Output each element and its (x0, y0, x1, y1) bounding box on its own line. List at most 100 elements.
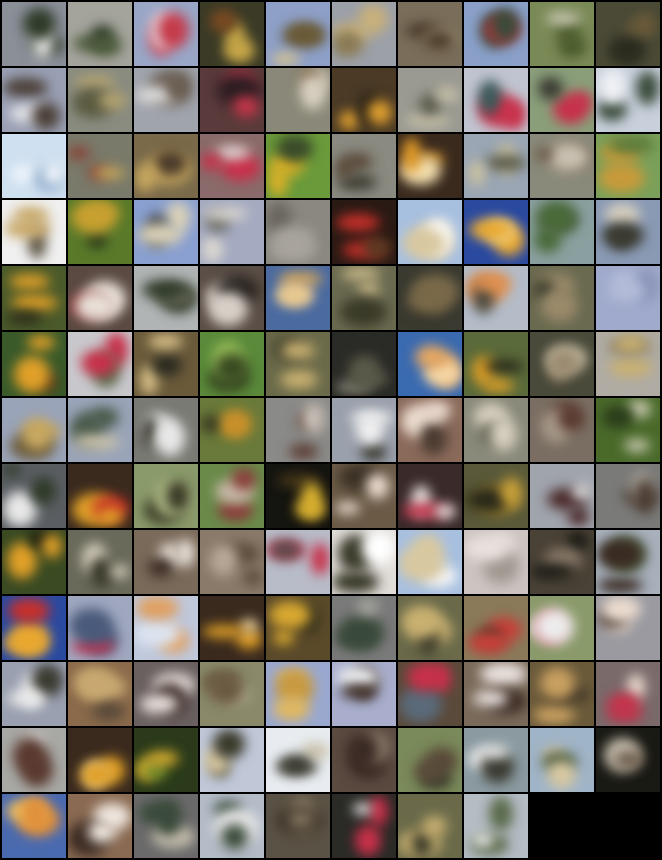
tile-blob (335, 158, 355, 179)
tile-blob (73, 434, 120, 450)
sample-tile (134, 728, 198, 792)
tile-blob (68, 147, 90, 159)
sample-tile (530, 530, 594, 594)
tile-blob (414, 759, 444, 783)
tile-blob (369, 795, 388, 827)
tile-blob (7, 311, 44, 324)
tile-blob (92, 701, 125, 721)
tile-blob (221, 824, 248, 850)
sample-tile (266, 68, 330, 132)
tile-blob (215, 353, 249, 383)
tile-blob (166, 480, 190, 512)
sample-grid (0, 0, 662, 860)
tile-blob (615, 335, 646, 352)
tile-blob (435, 87, 459, 102)
sample-tile (68, 68, 132, 132)
sample-tile (68, 464, 132, 528)
tile-blob (300, 482, 323, 519)
tile-blob (569, 92, 592, 111)
tile-blob (232, 468, 256, 490)
sample-tile (332, 728, 396, 792)
tile-blob (75, 291, 116, 321)
sample-tile (134, 794, 198, 858)
tile-blob (208, 292, 248, 326)
tile-blob (200, 415, 221, 433)
sample-tile (68, 596, 132, 660)
tile-blob (502, 100, 526, 130)
tile-blob (74, 667, 113, 697)
tile-blob (176, 539, 195, 567)
sample-tile (530, 398, 594, 462)
sample-tile (2, 464, 66, 528)
tile-blob (88, 821, 116, 843)
tile-blob (420, 422, 447, 455)
sample-tile (596, 266, 660, 330)
tile-blob (402, 227, 446, 259)
sample-tile (596, 530, 660, 594)
sample-tile (596, 200, 660, 264)
sample-tile (134, 266, 198, 330)
tile-blob (154, 150, 187, 176)
sample-tile (464, 68, 528, 132)
sample-tile (530, 662, 594, 726)
tile-blob (43, 162, 65, 185)
sample-tile (134, 200, 198, 264)
sample-tile (530, 200, 594, 264)
tile-blob (598, 163, 645, 193)
tile-blob (464, 535, 510, 561)
tile-blob (210, 9, 237, 33)
sample-tile (200, 530, 264, 594)
sample-tile (2, 68, 66, 132)
sample-tile (398, 464, 462, 528)
sample-tile (266, 332, 330, 396)
tile-blob (280, 370, 318, 389)
sample-tile (134, 68, 198, 132)
tile-blob (480, 662, 527, 686)
sample-tile (530, 464, 594, 528)
tile-blob (625, 21, 653, 33)
tile-blob (11, 165, 36, 183)
tile-blob (9, 274, 50, 289)
tile-blob (468, 632, 509, 654)
sample-tile (2, 530, 66, 594)
tile-blob (280, 755, 312, 775)
tile-blob (480, 745, 510, 758)
sample-tile (332, 662, 396, 726)
tile-blob (332, 31, 363, 57)
tile-blob (213, 729, 245, 759)
tile-blob (367, 100, 392, 125)
tile-blob (142, 280, 182, 299)
sample-tile (530, 2, 594, 66)
tile-blob (469, 219, 512, 240)
sample-tile (464, 728, 528, 792)
sample-tile (332, 266, 396, 330)
sample-tile (332, 530, 396, 594)
sample-tile (398, 2, 462, 66)
tile-blob (148, 334, 183, 349)
tile-blob (276, 135, 313, 162)
sample-tile (200, 332, 264, 396)
tile-blob (71, 200, 117, 234)
sample-tile (398, 266, 462, 330)
tile-blob (281, 341, 315, 360)
tile-blob (635, 479, 655, 514)
sample-tile (398, 200, 462, 264)
sample-tile (2, 200, 66, 264)
sample-tile (266, 200, 330, 264)
tile-blob (408, 287, 446, 315)
sample-tile (200, 68, 264, 132)
sample-tile (332, 134, 396, 198)
tile-blob (401, 605, 442, 638)
sample-tile (134, 134, 198, 198)
tile-blob (558, 407, 584, 431)
tile-blob (339, 111, 359, 130)
sample-tile (68, 794, 132, 858)
tile-blob (89, 35, 122, 56)
sample-tile (200, 662, 264, 726)
tile-blob (501, 477, 522, 507)
tile-blob (601, 596, 641, 622)
sample-tile (266, 728, 330, 792)
tile-blob (136, 596, 179, 620)
tile-blob (474, 274, 512, 291)
sample-tile (134, 596, 198, 660)
